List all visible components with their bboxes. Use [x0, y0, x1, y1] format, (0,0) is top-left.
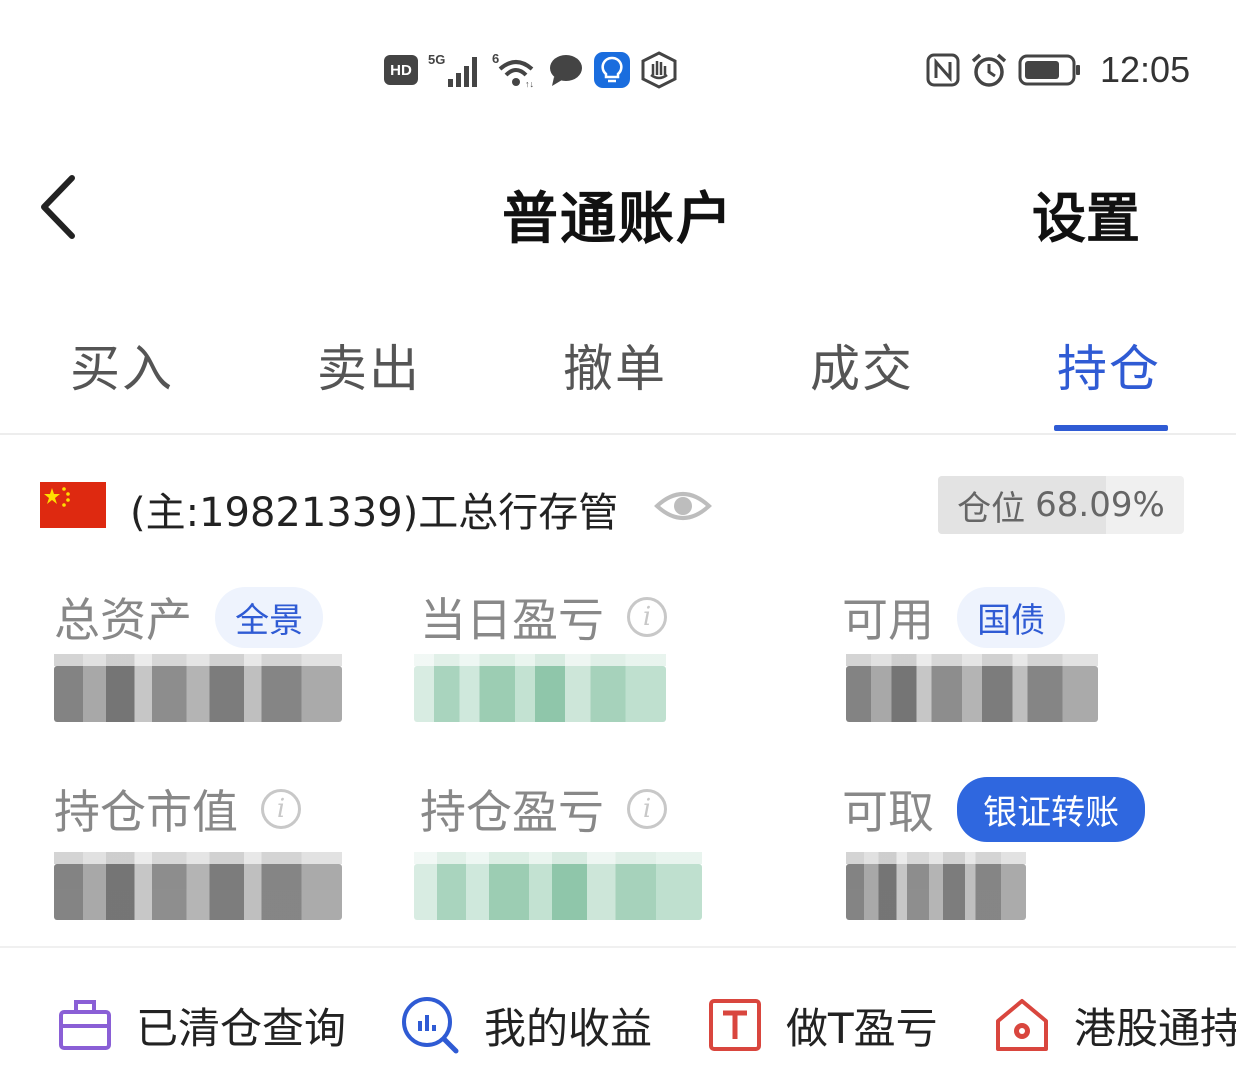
account-name[interactable]: (主:19821339)工总行存管 — [130, 480, 618, 538]
daily-pnl-value-masked — [414, 654, 666, 722]
message-bubble-icon — [550, 55, 582, 86]
wifi-6-icon: 6 ↑↓ — [492, 51, 534, 89]
info-icon[interactable]: i — [627, 597, 668, 637]
available-value-masked — [846, 654, 1098, 722]
alarm-icon — [971, 53, 1007, 87]
hd-label: HD — [390, 61, 412, 79]
daily-pnl-label: 当日盈亏 — [420, 593, 604, 647]
svg-text:↑↓: ↑↓ — [525, 79, 534, 89]
shortcut-label: 做T盈亏 — [786, 1003, 938, 1053]
metric-market-value: 持仓市值 i — [54, 776, 302, 842]
network-type-label: 5G — [428, 52, 445, 67]
tab-cancel-order[interactable]: 撤单 — [563, 329, 667, 401]
active-tab-indicator — [1054, 425, 1168, 431]
available-label: 可用 — [842, 593, 934, 647]
info-icon[interactable]: i — [261, 789, 302, 829]
nfc-icon — [926, 53, 960, 87]
hd-icon: HD — [384, 55, 418, 85]
position-ratio-chip: 仓位 68.09% — [938, 476, 1184, 534]
holding-pnl-label: 持仓盈亏 — [420, 785, 604, 839]
bulb-icon — [594, 52, 630, 88]
total-assets-label: 总资产 — [54, 593, 192, 647]
treasury-bond-button[interactable]: 国债 — [957, 586, 1066, 648]
shortcut-label: 港股通持 — [1074, 1003, 1236, 1053]
shortcut-hk-connect-holdings[interactable]: 港股通持 — [994, 990, 1236, 1060]
shortcut-my-earnings[interactable]: 我的收益 — [400, 990, 652, 1060]
metric-total-assets: 总资产 全景 — [54, 584, 324, 650]
shortcut-cleared-positions[interactable]: 已清仓查询 — [58, 990, 346, 1060]
tab-filled[interactable]: 成交 — [810, 329, 914, 401]
tab-holdings[interactable]: 持仓 — [1057, 329, 1161, 401]
position-value: 68.09% — [1035, 485, 1165, 525]
info-icon[interactable]: i — [627, 789, 668, 829]
total-assets-value-masked — [54, 654, 342, 722]
status-icons-right: 12:05 — [926, 48, 1190, 92]
metric-available: 可用 国债 — [842, 584, 1066, 650]
status-icons-left: HD 5G 6 ↑↓ — [384, 48, 678, 92]
withdrawable-value-masked — [846, 852, 1026, 920]
magnifier-chart-icon — [402, 997, 459, 1054]
signal-5g-icon: 5G — [428, 52, 477, 87]
eye-icon — [654, 492, 712, 520]
panorama-button[interactable]: 全景 — [215, 586, 324, 648]
tab-sell[interactable]: 卖出 — [317, 329, 421, 401]
toggle-visibility-button[interactable] — [654, 484, 712, 528]
hk-house-icon — [996, 999, 1048, 1051]
china-flag-icon — [40, 482, 106, 528]
withdrawable-label: 可取 — [842, 785, 934, 839]
wifi-standard-label: 6 — [492, 51, 499, 66]
trade-tabs: 买入 卖出 撤单 成交 持仓 — [0, 315, 1236, 435]
shortcut-label: 我的收益 — [484, 1003, 653, 1053]
status-bar: HD 5G 6 ↑↓ 12:05 — [0, 0, 1236, 140]
account-row: (主:19821339)工总行存管 仓位 68.09% — [0, 470, 1236, 550]
metric-holding-pnl: 持仓盈亏 i — [420, 776, 668, 842]
metric-withdrawable: 可取 银证转账 — [842, 776, 1146, 842]
shortcut-t-trade-pnl[interactable]: 做T盈亏 — [708, 990, 938, 1060]
battery-icon — [1018, 54, 1080, 86]
clock-time: 12:05 — [1100, 49, 1191, 90]
briefcase-icon — [59, 1000, 111, 1050]
t-box-icon — [709, 999, 761, 1051]
section-divider — [0, 946, 1236, 948]
settings-button[interactable]: 设置 — [1032, 174, 1140, 253]
navigation-header: 普通账户 设置 — [0, 150, 1236, 270]
position-label: 仓位 — [957, 488, 1026, 529]
tab-buy[interactable]: 买入 — [70, 329, 174, 401]
holding-pnl-value-masked — [414, 852, 702, 920]
shortcut-label: 已清仓查询 — [136, 1003, 347, 1053]
metric-daily-pnl: 当日盈亏 i — [420, 584, 668, 650]
market-value-masked — [54, 852, 342, 920]
market-value-label: 持仓市值 — [54, 785, 238, 839]
hand-shield-icon — [641, 51, 677, 89]
bank-securities-transfer-button[interactable]: 银证转账 — [957, 776, 1146, 842]
